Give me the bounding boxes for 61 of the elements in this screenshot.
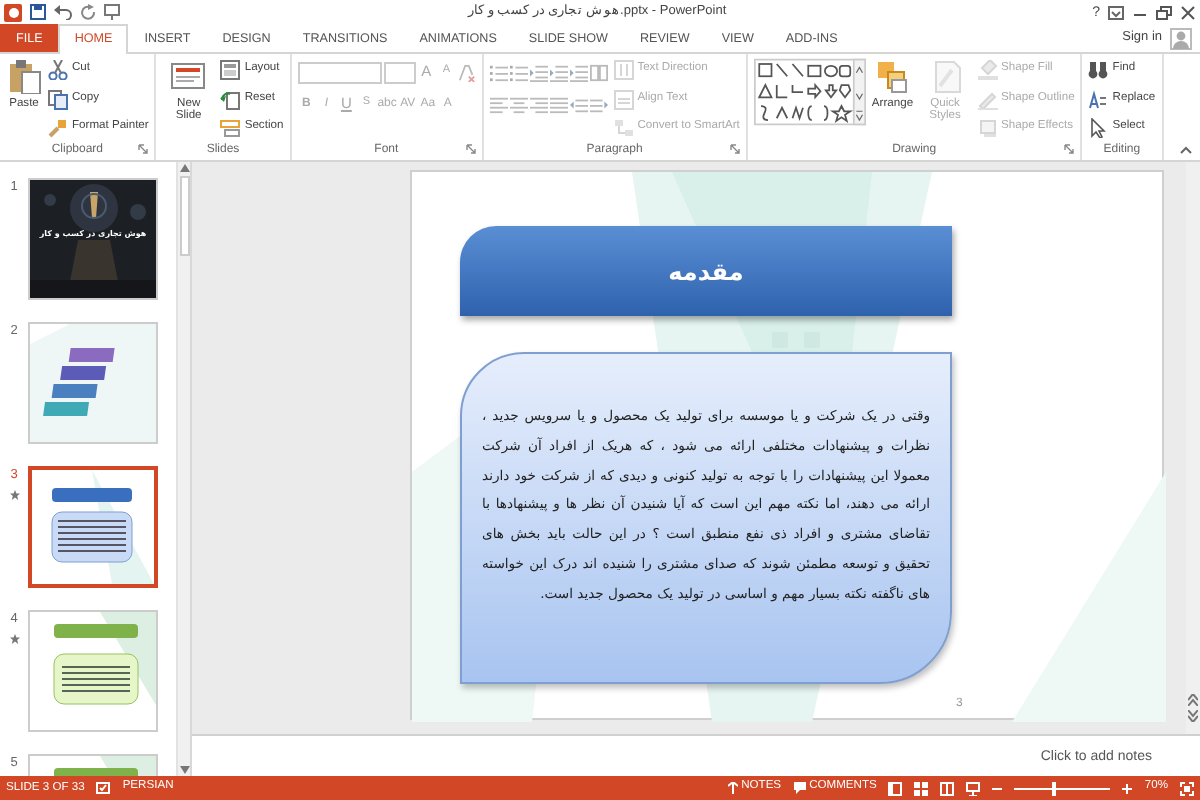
brush-icon — [48, 118, 68, 138]
powerpoint-logo-icon[interactable] — [4, 3, 22, 21]
smartart-icon — [613, 118, 634, 138]
align-text-icon — [613, 89, 634, 109]
redo-icon[interactable] — [80, 4, 96, 20]
previous-slide-icon[interactable] — [1188, 694, 1198, 706]
new-slide-icon — [170, 58, 207, 94]
animation-star-icon — [9, 633, 19, 644]
slide-preview-drawing — [30, 324, 156, 442]
dialog-launcher-icon[interactable] — [1064, 144, 1075, 154]
dialog-launcher-icon[interactable] — [729, 144, 740, 154]
slideshow-icon[interactable] — [966, 781, 981, 795]
close-icon[interactable] — [1180, 5, 1196, 19]
bullet-list-icon[interactable] — [489, 63, 508, 81]
slide-thumbnail[interactable] — [28, 466, 158, 588]
collapse-ribbon-icon[interactable] — [1180, 146, 1192, 154]
arrange-icon — [874, 58, 911, 94]
increase-indent-icon[interactable] — [549, 63, 568, 81]
slide-thumbnail[interactable] — [28, 322, 158, 444]
numbered-list-icon[interactable] — [509, 63, 528, 81]
slide-sorter-icon[interactable] — [914, 781, 929, 795]
slide-title: مقدمه — [460, 226, 952, 316]
fit-to-window-icon[interactable] — [1180, 781, 1194, 795]
replace-icon — [1088, 89, 1109, 109]
dialog-launcher-icon[interactable] — [465, 144, 476, 154]
maximize-icon[interactable] — [1156, 5, 1172, 19]
zoom-in-icon[interactable] — [1122, 783, 1133, 793]
cursor-icon — [1088, 118, 1109, 138]
pencil-icon — [977, 89, 998, 109]
binoculars-icon — [1088, 60, 1109, 80]
font-size-field[interactable] — [383, 61, 416, 83]
layout-icon — [220, 60, 241, 80]
undo-icon[interactable] — [54, 4, 72, 20]
zoom-slider-thumb[interactable] — [1051, 781, 1056, 795]
effects-icon — [977, 118, 998, 138]
clear-formatting-icon[interactable] — [457, 63, 476, 81]
save-icon[interactable] — [30, 4, 46, 20]
clipboard-icon — [6, 58, 42, 94]
section-icon — [220, 118, 241, 138]
dialog-launcher-icon[interactable] — [138, 144, 149, 154]
copy-icon — [48, 89, 68, 109]
line-spacing-icon[interactable] — [569, 63, 588, 81]
paint-bucket-icon — [977, 60, 998, 80]
ribbon-display-icon[interactable] — [1108, 5, 1124, 19]
avatar-icon[interactable] — [1170, 27, 1192, 49]
reset-icon — [220, 89, 241, 109]
next-slide-icon[interactable] — [1188, 710, 1198, 722]
start-slideshow-icon[interactable] — [104, 4, 120, 20]
shape-gallery[interactable] — [753, 58, 866, 126]
normal-view-icon[interactable] — [888, 781, 903, 795]
notes-icon — [727, 782, 738, 794]
comment-icon — [793, 782, 806, 794]
reading-view-icon[interactable] — [940, 781, 955, 795]
animation-star-icon — [9, 489, 19, 500]
scrollbar[interactable] — [176, 162, 190, 776]
spell-check-icon[interactable] — [96, 781, 111, 795]
font-name-field[interactable] — [297, 61, 382, 83]
slide-thumbnail[interactable] — [28, 610, 158, 732]
text-direction-icon — [613, 60, 634, 80]
scissors-icon — [48, 60, 68, 80]
decrease-indent-icon[interactable] — [529, 63, 548, 81]
